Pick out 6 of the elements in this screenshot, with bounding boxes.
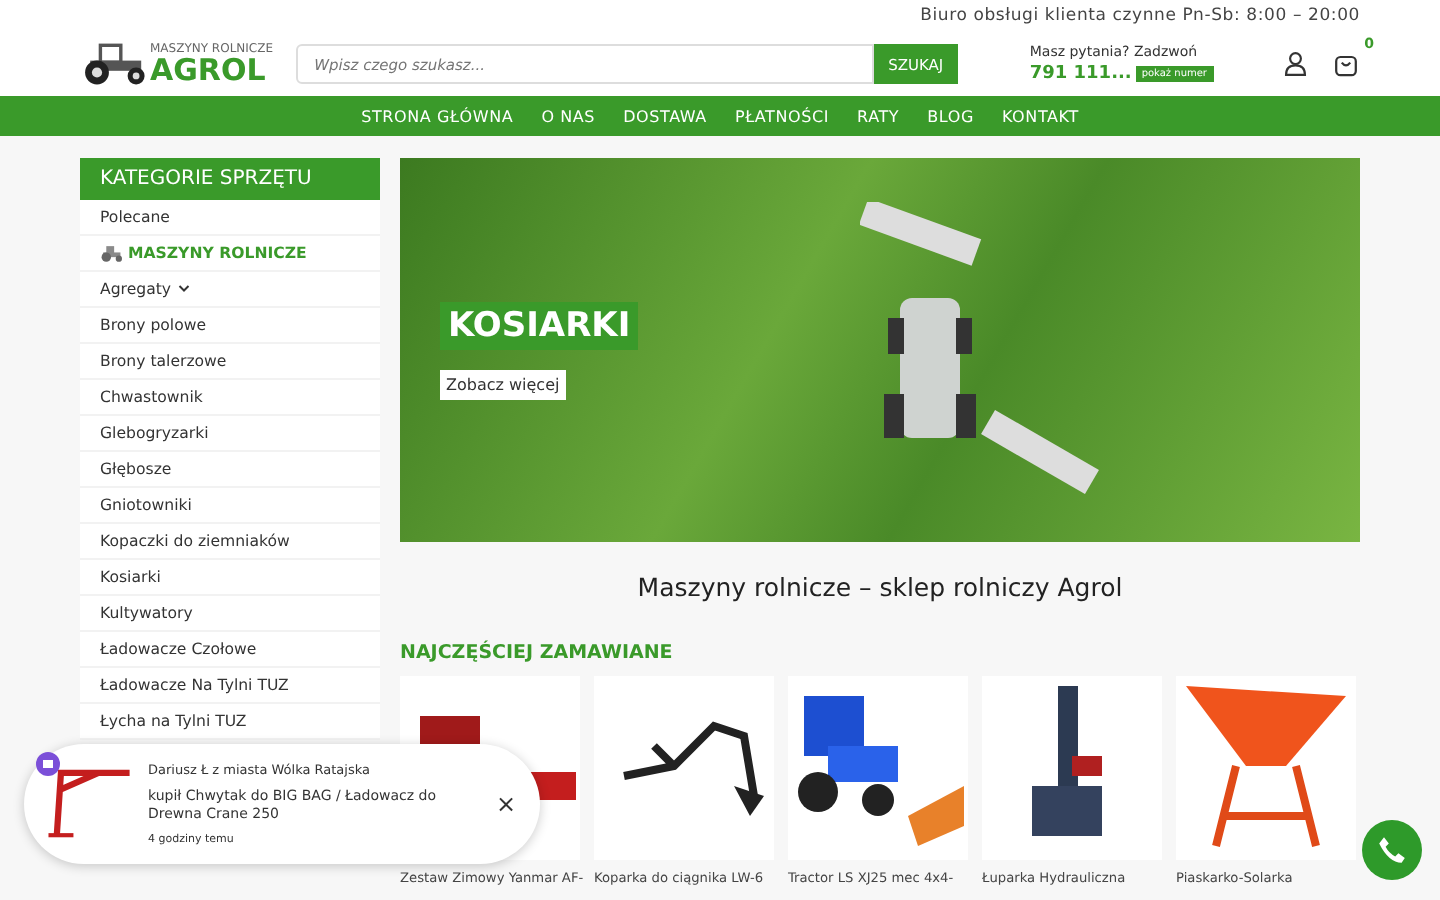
office-hours-text: Biuro obsługi klienta czynne Pn-Sb: 8:00 – 20:00 bbox=[920, 6, 1360, 26]
section-heading: NAJCZĘŚCIEJ ZAMAWIANE bbox=[400, 642, 675, 664]
categories-header: KATEGORIE SPRZĘTU bbox=[80, 158, 380, 200]
phone-number: 791 111... bbox=[1029, 64, 1132, 84]
page-heading: Maszyny rolnicze – sklep rolniczy Agrol bbox=[635, 572, 1125, 602]
banner-title: KOSIARKI bbox=[440, 301, 639, 349]
